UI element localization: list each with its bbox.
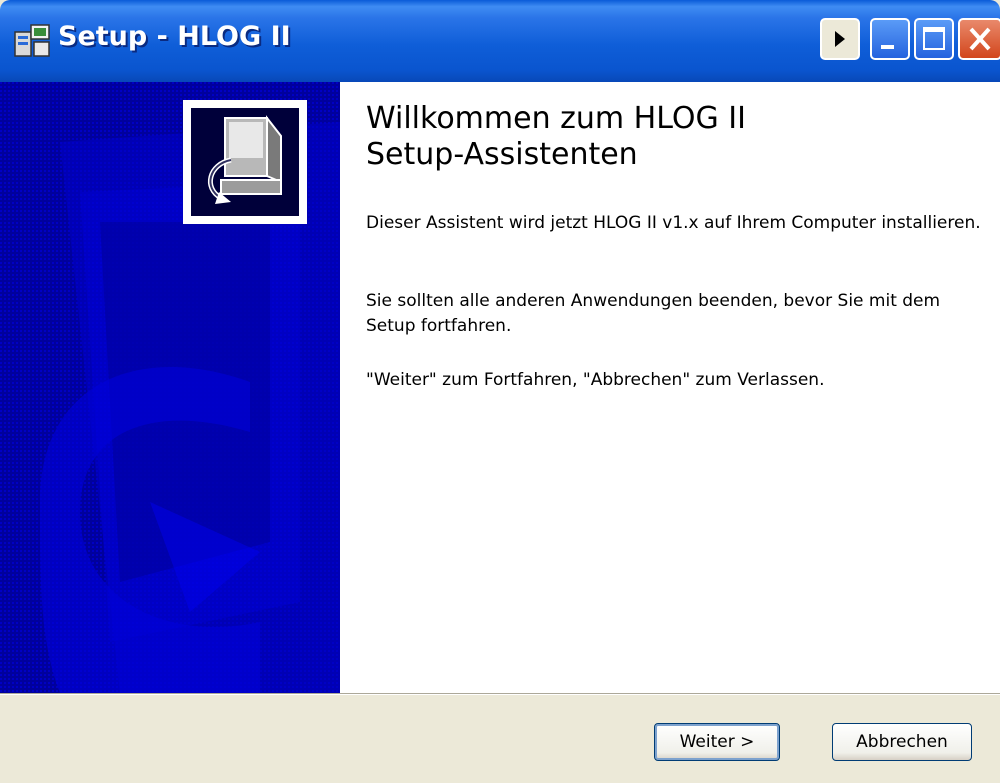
setup-logo-frame xyxy=(183,100,307,224)
intro-paragraph: Dieser Assistent wird jetzt HLOG II v1.x… xyxy=(366,213,981,233)
window-title: Setup - HLOG II xyxy=(58,21,291,52)
close-apps-paragraph: Sie sollten alle anderen Anwendungen bee… xyxy=(366,291,941,336)
help-button[interactable] xyxy=(820,18,860,60)
maximize-button[interactable] xyxy=(914,18,954,60)
computer-install-icon xyxy=(208,115,282,204)
help-arrow-icon xyxy=(835,31,845,47)
setup-logo xyxy=(191,108,299,216)
instructions-paragraph: "Weiter" zum Fortfahren, "Abbrechen" zum… xyxy=(366,370,825,390)
welcome-heading: Willkommen zum HLOG II Setup-Assistenten xyxy=(366,101,976,173)
minimize-button[interactable] xyxy=(870,18,910,60)
close-icon xyxy=(969,27,991,51)
button-bar: Weiter > Abbrechen xyxy=(0,695,1000,783)
cancel-button[interactable]: Abbrechen xyxy=(832,723,972,761)
next-button[interactable]: Weiter > xyxy=(654,723,780,761)
title-bar[interactable]: Setup - HLOG II xyxy=(0,0,1000,82)
setup-app-icon xyxy=(14,24,50,57)
minimize-icon xyxy=(881,45,894,49)
maximize-icon xyxy=(923,27,945,50)
close-button[interactable] xyxy=(958,18,1000,60)
setup-window: Setup - HLOG II Willkommen zum HLOG II S… xyxy=(0,0,1000,783)
wizard-side-banner xyxy=(0,82,340,693)
welcome-heading-line2: Setup-Assistenten xyxy=(366,137,638,172)
welcome-heading-line1: Willkommen zum HLOG II xyxy=(366,101,746,136)
